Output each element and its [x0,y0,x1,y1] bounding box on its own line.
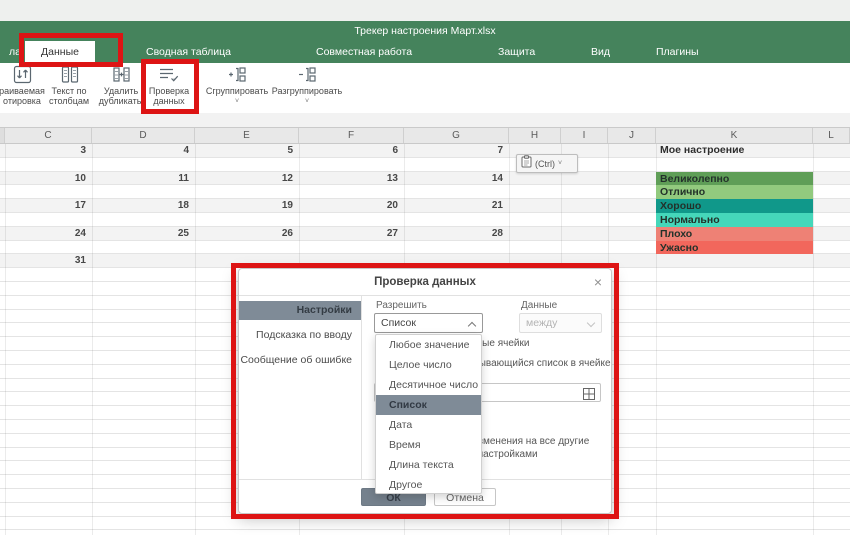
sheet-row: 10 11 12 13 14 Великолепно [0,172,850,186]
cell-K-header[interactable]: Мое настроение [660,144,813,158]
sheet-row: Отлично [0,185,850,199]
cell-F[interactable]: 20 [299,199,398,213]
toolbar-button-ungroup[interactable]: Разгруппировать˅ [264,65,350,105]
cell-E[interactable]: 26 [195,227,293,241]
mood-cell-3[interactable]: Хорошо [656,199,813,213]
column-header-L[interactable]: L [813,128,850,143]
column-header-D[interactable]: D [92,128,195,143]
tab-bar: лаДанныеСводная таблицаСовместная работа… [0,41,850,63]
cell-F[interactable]: 13 [299,172,398,186]
annotation-box-dialog [231,263,619,519]
chevron-down-icon: ˅ [558,160,562,167]
toolbar-button-label: Разгруппировать [264,87,350,97]
sheet-row [0,530,850,535]
cell-C[interactable]: 17 [5,199,86,213]
sheet-row: 24 25 26 27 28 Плохо [0,227,850,241]
tab-вид[interactable]: Вид [585,41,616,63]
sheet-row: Ужасно [0,241,850,255]
column-header-K[interactable]: K [656,128,813,143]
tab-плагины[interactable]: Плагины [650,41,705,63]
cell-G[interactable]: 7 [404,144,503,158]
column-headers: CDEFGHIJKL [0,128,850,144]
ribbon-toolbar: раиваемаяотировкаТекст постолбцамУдалить… [0,63,850,113]
mood-cell-6[interactable]: Ужасно [656,241,813,255]
column-header-J[interactable]: J [608,128,656,143]
document-title: Трекер настроения Март.xlsx [354,25,495,37]
cell-G[interactable]: 28 [404,227,503,241]
annotation-box-data-tab [19,33,123,67]
annotation-box-validation-button [141,59,199,114]
mood-cell-5[interactable]: Плохо [656,227,813,241]
column-header-I[interactable]: I [561,128,608,143]
sheet-row: 17 18 19 20 21 Хорошо [0,199,850,213]
paste-options-label: (Ctrl) [535,159,555,169]
mood-cell-2[interactable]: Отлично [656,185,813,199]
column-header-H[interactable]: H [509,128,561,143]
mood-cell-4[interactable]: Нормально [656,213,813,227]
ungroup-icon [264,65,350,85]
sheet-row [0,158,850,172]
grid-vline [813,144,814,535]
cell-C[interactable]: 10 [5,172,86,186]
cell-C[interactable]: 24 [5,227,86,241]
column-header-G[interactable]: G [404,128,509,143]
cell-G[interactable]: 14 [404,172,503,186]
window-titlebar: Трекер настроения Март.xlsx [0,21,850,41]
cell-C[interactable]: 31 [5,254,86,268]
cell-C[interactable]: 3 [5,144,86,158]
paste-icon [521,155,532,173]
column-header-F[interactable]: F [299,128,404,143]
mood-cell-1[interactable]: Великолепно [656,172,813,186]
cell-E[interactable]: 5 [195,144,293,158]
cell-E[interactable]: 12 [195,172,293,186]
cell-G[interactable]: 21 [404,199,503,213]
column-header-C[interactable]: C [5,128,92,143]
chevron-down-icon: ˅ [264,98,350,105]
cell-D[interactable]: 4 [92,144,189,158]
tab-совместная работа[interactable]: Совместная работа [310,41,418,63]
cell-E[interactable]: 19 [195,199,293,213]
cell-D[interactable]: 11 [92,172,189,186]
cell-D[interactable]: 25 [92,227,189,241]
spreadsheet-app-window: Трекер настроения Март.xlsx лаДанныеСвод… [0,0,850,535]
desktop-top-strip [0,0,850,21]
cell-D[interactable]: 18 [92,199,189,213]
cell-F[interactable]: 27 [299,227,398,241]
sheet-row: Нормально [0,213,850,227]
sheet-row: 34567 Мое настроение [0,144,850,158]
formula-bar-strip [0,113,850,128]
cell-F[interactable]: 6 [299,144,398,158]
paste-options-button[interactable]: (Ctrl) ˅ [516,154,578,173]
tab-защита[interactable]: Защита [492,41,541,63]
column-header-E[interactable]: E [195,128,299,143]
